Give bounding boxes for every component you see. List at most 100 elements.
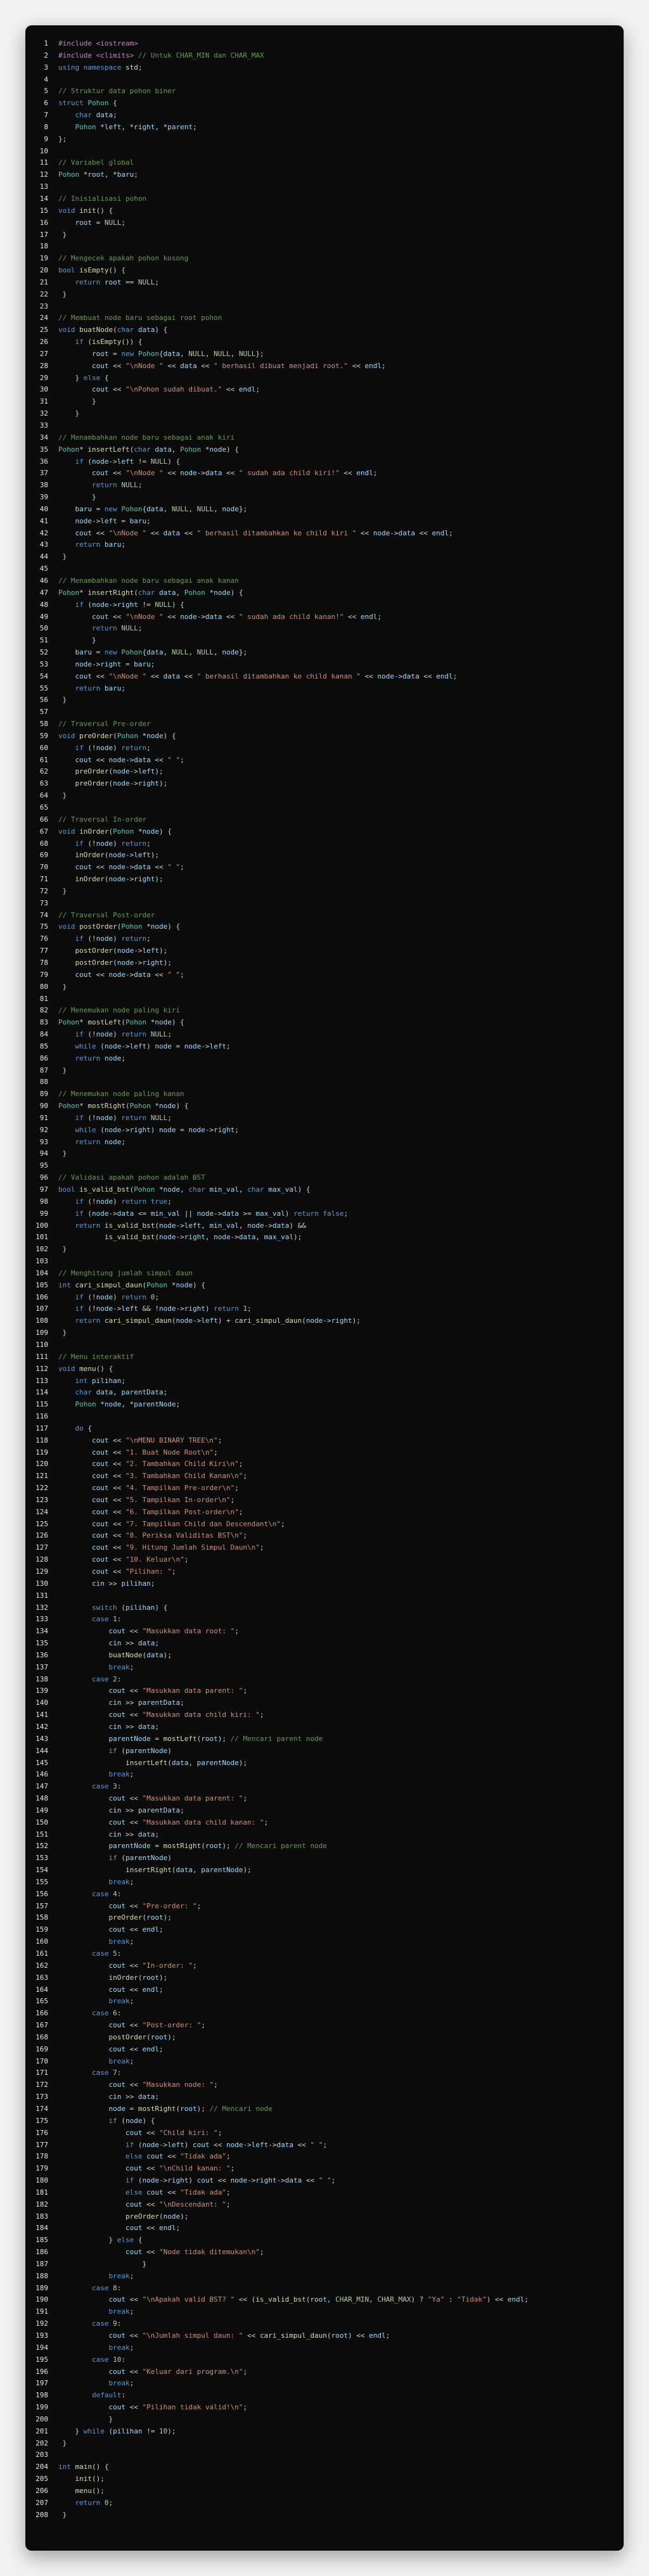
code-text: else cout << "Tidak ada"; [125,2188,231,2197]
code-line: 175 if (node) { [25,2115,624,2127]
code-text: cout << "1. Buat Node Root\n"; [91,1448,218,1457]
code-line: 187 } [25,2259,624,2271]
line-number: 163 [35,1973,48,1982]
line-number: 173 [35,2093,48,2101]
line-number: 26 [39,338,48,347]
code-line: 193 cout << "\nJumlah simpul daun: " << … [25,2330,624,2342]
code-text: cout << endl; [125,2224,181,2233]
code-line: 62 preOrder(node->left); [25,766,624,778]
line-number: 65 [39,803,48,812]
code-line: 27 root = new Pohon{data, NULL, NULL, NU… [25,348,624,360]
line-number: 44 [39,552,48,561]
code-text: cout << "\nJumlah simpul daun: " << cari… [108,2331,390,2340]
line-number: 130 [35,1579,48,1588]
code-text: int main() { [58,2463,109,2471]
code-text: return is_valid_bst(node->left, min_val,… [75,1221,306,1230]
code-text: return node; [75,1137,126,1146]
code-line: 32 } [25,408,624,420]
code-text: cout << "Masukkan data root: "; [108,1627,239,1636]
code-text: // Menemukan node paling kanan [58,1090,184,1099]
code-line: 8 Pohon *left, *right, *parent; [25,122,624,134]
line-number: 5 [44,87,48,96]
code-text: } [58,1149,67,1158]
code-line: 34 // Menambahkan node baru sebagai anak … [25,432,624,444]
line-number: 150 [35,1818,48,1827]
code-text: preOrder(root); [108,1913,172,1922]
code-text: }; [58,134,67,143]
code-line: 120 cout << "2. Tambahkan Child Kiri\n"; [25,1458,624,1470]
code-line: 6 struct Pohon { [25,98,624,110]
code-text: cout << "8. Periksa Validitas BST\n"; [91,1531,248,1540]
code-line: 54 cout << "\nNode " << data << " berhas… [25,671,624,683]
line-number: 50 [39,624,48,633]
code-text: break; [108,2379,134,2388]
code-text: baru = new Pohon{data, NULL, NULL, node}… [75,648,248,657]
code-line: 160 break; [25,1936,624,1948]
line-number: 19 [39,254,48,263]
line-number: 38 [39,481,48,490]
code-text: postOrder(node->right); [75,958,172,967]
code-text: // Menemukan node paling kiri [58,1006,181,1015]
code-line: 148 cout << "Masukkan data parent: "; [25,1793,624,1805]
code-text: void buatNode(char data) { [58,326,168,335]
line-number: 2 [44,51,48,60]
line-number: 113 [35,1376,48,1385]
code-text: cin >> data; [108,1722,159,1731]
code-text: if (!node->left && !node->right) return … [75,1304,252,1313]
line-number: 7 [44,111,48,120]
line-number: 141 [35,1711,48,1719]
code-text: cin >> data; [108,1639,159,1648]
code-text: cout << "10. Keluar\n"; [91,1555,189,1564]
line-number: 137 [35,1662,48,1671]
line-number: 189 [35,2283,48,2292]
code-line: 88 [25,1076,624,1088]
code-text: } [58,230,67,239]
code-line: 131 [25,1590,624,1602]
code-line: 17 } [25,229,624,241]
code-line: 85 while (node->left) node = node->left; [25,1041,624,1053]
line-number: 69 [39,851,48,860]
code-line: 84 if (!node) return NULL; [25,1029,624,1041]
line-number: 21 [39,277,48,286]
code-line: 112 void menu() { [25,1363,624,1375]
code-text: node->left = baru; [75,516,151,525]
code-text: Pohon *left, *right, *parent; [75,122,197,131]
code-text: break; [108,1770,134,1779]
code-text: void init() { [58,206,113,215]
code-line: 186 cout << "Node tidak ditemukan\n"; [25,2247,624,2259]
line-number: 162 [35,1961,48,1970]
code-text: cout << "Masukkan data parent: "; [108,1794,248,1803]
code-line: 170 break; [25,2056,624,2068]
code-text: root = NULL; [75,218,126,227]
line-number: 51 [39,636,48,645]
line-number: 175 [35,2116,48,2125]
code-line: 195 case 10: [25,2354,624,2366]
code-line: 147 case 3: [25,1781,624,1793]
code-text: cin >> data; [108,1830,159,1839]
line-number: 55 [39,684,48,692]
code-text: parentNode = mostRight(root); // Mencari… [108,1842,327,1851]
code-text: case 5: [91,1949,122,1958]
code-text: cout << "7. Tampilkan Child dan Descenda… [91,1519,285,1528]
code-line: 133 case 1: [25,1614,624,1626]
line-number: 47 [39,588,48,597]
code-line: 20 bool isEmpty() { [25,265,624,277]
line-number: 191 [35,2307,48,2316]
code-line: 196 cout << "Keluar dari program.\n"; [25,2366,624,2378]
code-text: cout << "3. Tambahkan Child Kanan\n"; [91,1472,248,1481]
code-text: } [58,290,67,298]
code-text: if (node->right) cout << node->right->da… [125,2176,336,2185]
line-number: 92 [39,1125,48,1134]
line-number: 135 [35,1639,48,1648]
code-text: } [58,2259,147,2268]
line-number: 31 [39,397,48,406]
code-text: cout << "5. Tampilkan In-order\n"; [91,1495,235,1504]
code-line: 3 using namespace std; [25,62,624,74]
code-line: 4 [25,74,624,86]
code-text: cout << "\nNode " << node->data << " sud… [91,469,378,478]
line-number: 68 [39,839,48,848]
line-number: 87 [39,1066,48,1074]
